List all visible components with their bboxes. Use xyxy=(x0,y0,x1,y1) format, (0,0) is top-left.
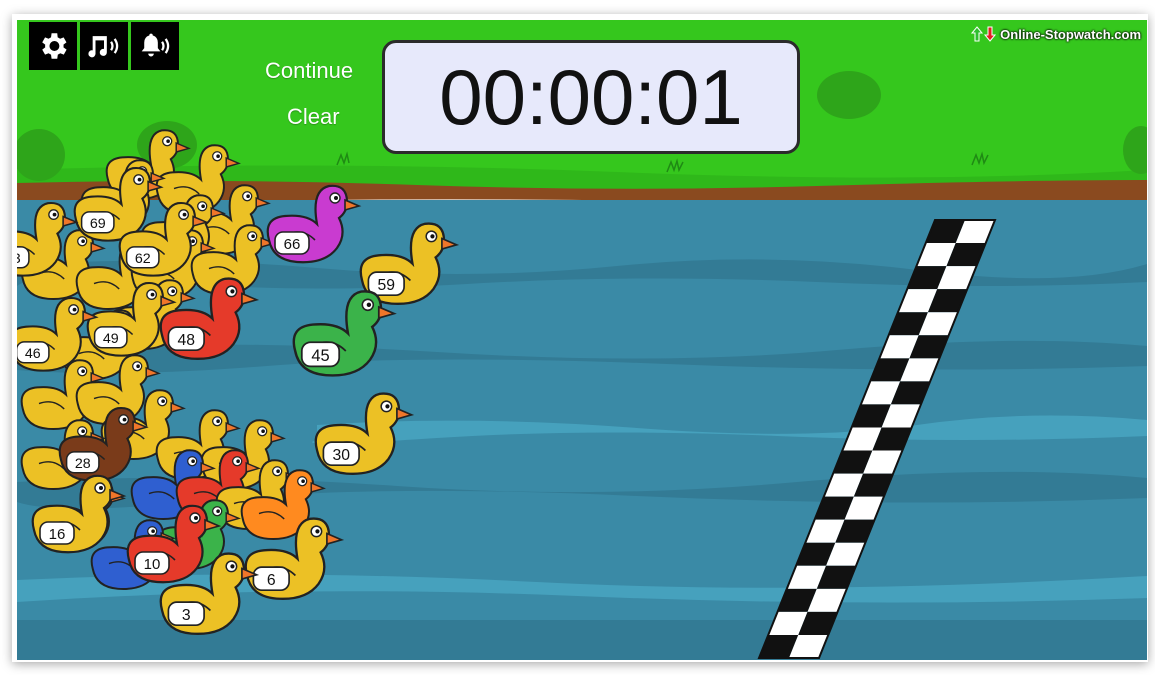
music-toggle-button[interactable] xyxy=(80,22,128,70)
duck-race-game: 6966636259494846453028161063 Continue Cl… xyxy=(17,20,1147,660)
bush xyxy=(817,71,881,119)
duck-number-tag: 3 xyxy=(167,601,205,627)
up-down-arrows-icon xyxy=(971,26,997,42)
duck-number-tag: 10 xyxy=(134,551,170,575)
duck-number: 45 xyxy=(311,347,329,365)
brand-link[interactable]: Online-Stopwatch.com xyxy=(971,26,1141,42)
duck-number-tag: 62 xyxy=(125,246,160,269)
duck-number: 69 xyxy=(90,216,106,232)
duck-number-tag: 16 xyxy=(39,521,75,545)
duck-number: 6 xyxy=(267,572,276,589)
duck-number-tag: 48 xyxy=(167,326,205,352)
stopwatch-display: 00:00:01 xyxy=(382,40,800,154)
duck-number: 46 xyxy=(25,346,41,362)
duck-number: 59 xyxy=(377,277,395,294)
duck-number: 63 xyxy=(17,251,21,267)
duck-number: 48 xyxy=(177,332,195,349)
duck-number: 10 xyxy=(144,556,161,573)
settings-button[interactable] xyxy=(29,22,77,70)
duck-number-tag: 6 xyxy=(252,566,290,592)
duck-number-tag: 63 xyxy=(17,246,30,269)
bell-sound-icon xyxy=(141,33,170,57)
duck-number: 49 xyxy=(103,331,119,347)
duck-number-tag: 45 xyxy=(300,341,341,368)
duck-number-tag: 66 xyxy=(274,231,310,255)
duck-number-tag: 28 xyxy=(65,451,100,474)
duck-number: 30 xyxy=(332,447,350,464)
duck-number-tag: 49 xyxy=(93,326,128,349)
duck-number-tag: 69 xyxy=(80,211,115,234)
continue-button[interactable]: Continue xyxy=(265,58,353,84)
duck-number-tag: 46 xyxy=(17,341,50,364)
duck-number: 62 xyxy=(135,251,151,267)
sound-toggle-button[interactable] xyxy=(131,22,179,70)
duck-number: 28 xyxy=(75,456,91,472)
duck-number: 3 xyxy=(182,607,191,624)
music-toggle-icon xyxy=(88,36,119,58)
duck-number: 16 xyxy=(49,526,66,543)
duck-number-tag: 30 xyxy=(322,441,360,467)
gear-icon xyxy=(42,33,67,59)
duck-number-tag: 59 xyxy=(367,271,405,297)
brand-name: Online-Stopwatch.com xyxy=(1000,26,1141,42)
clear-button[interactable]: Clear xyxy=(287,104,340,130)
duck-number: 66 xyxy=(284,236,301,253)
